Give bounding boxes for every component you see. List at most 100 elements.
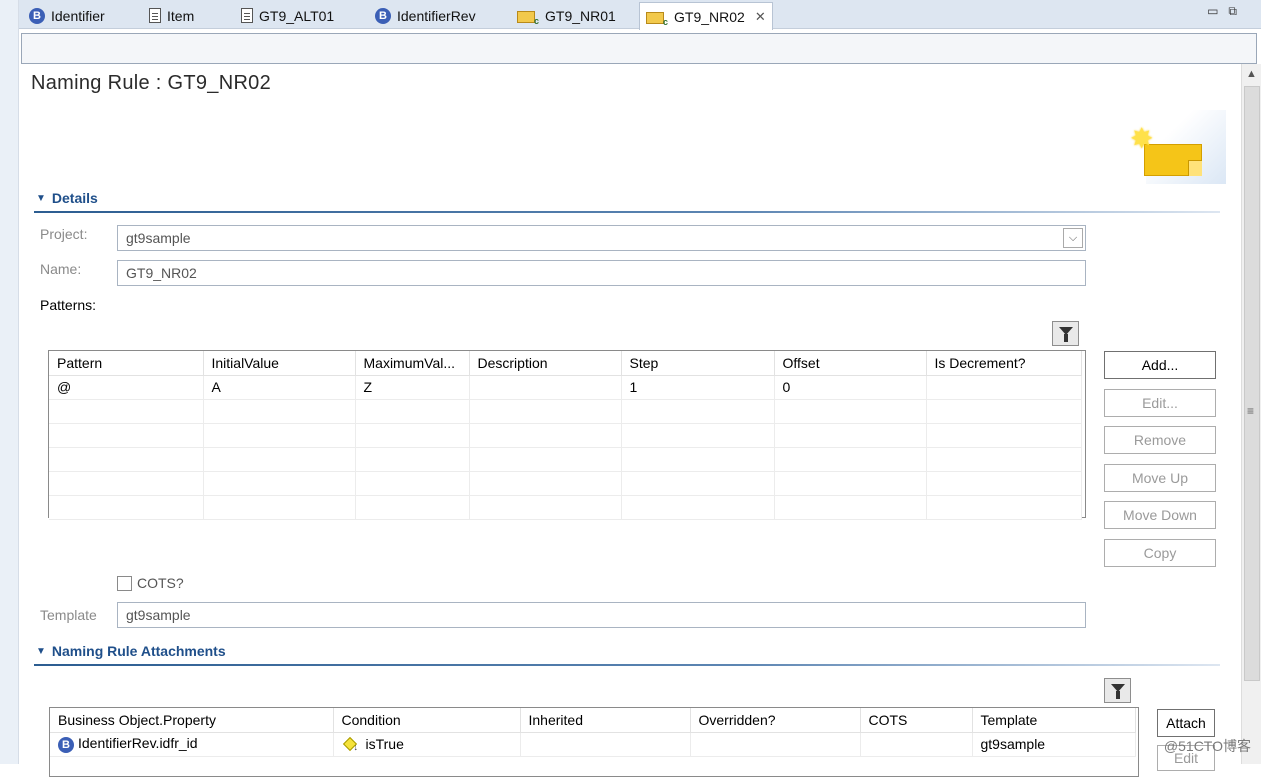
patterns-table: Pattern InitialValue MaximumVal... Descr…	[49, 351, 1082, 520]
table-cell	[469, 495, 621, 519]
table-row[interactable]	[49, 399, 1081, 423]
template-label: Template	[40, 607, 97, 623]
table-cell	[621, 471, 774, 495]
table-cell	[774, 399, 926, 423]
patterns-filter-button[interactable]	[1052, 321, 1079, 346]
table-cell	[355, 423, 469, 447]
column-header-is-decrement[interactable]: Is Decrement?	[926, 351, 1081, 375]
tab-gt9-nr02[interactable]: c GT9_NR02 ✕	[639, 2, 773, 30]
copy-button[interactable]: Copy	[1104, 539, 1216, 567]
column-header-pattern[interactable]: Pattern	[49, 351, 203, 375]
table-cell	[926, 375, 1081, 399]
table-cell	[774, 495, 926, 519]
template-field[interactable]: gt9sample	[117, 602, 1086, 628]
table-cell	[860, 732, 972, 756]
tab-label: IdentifierRev	[397, 8, 476, 24]
move-up-button[interactable]: Move Up	[1104, 464, 1216, 492]
scrollbar-grip-icon: ≡	[1247, 404, 1254, 418]
chevron-down-icon[interactable]: ⌵	[1063, 228, 1083, 248]
patterns-header-row: Pattern InitialValue MaximumVal... Descr…	[49, 351, 1081, 375]
table-cell	[926, 423, 1081, 447]
details-section-header[interactable]: ▼ Details	[36, 190, 98, 206]
tab-identifierrev[interactable]: B IdentifierRev	[369, 2, 482, 29]
table-cell	[49, 471, 203, 495]
naming-rule-icon: c	[646, 9, 668, 25]
table-row[interactable]	[49, 495, 1081, 519]
table-cell	[774, 471, 926, 495]
naming-rule-icon: c	[517, 8, 539, 24]
close-tab-icon[interactable]: ✕	[755, 9, 766, 25]
left-side-strip	[0, 0, 19, 764]
column-header-offset[interactable]: Offset	[774, 351, 926, 375]
column-header-step[interactable]: Step	[621, 351, 774, 375]
remove-button[interactable]: Remove	[1104, 426, 1216, 454]
name-value: GT9_NR02	[126, 265, 197, 281]
project-value: gt9sample	[126, 230, 191, 246]
table-row[interactable]: BIdentifierRev.idfr_id ↓isTrue gt9sample	[50, 732, 1135, 756]
collapse-triangle-icon[interactable]: ▼	[36, 646, 46, 657]
scroll-up-icon[interactable]: ▲	[1246, 68, 1257, 80]
tab-item[interactable]: Item	[143, 2, 200, 29]
project-select[interactable]: gt9sample ⌵	[117, 225, 1086, 251]
tab-label: GT9_NR01	[545, 8, 616, 24]
edit-button[interactable]: Edit...	[1104, 389, 1216, 417]
attachments-section-header[interactable]: ▼ Naming Rule Attachments	[36, 643, 226, 659]
attach-button[interactable]: Attach	[1157, 709, 1215, 737]
minimize-icon[interactable]: ▭	[1207, 4, 1228, 18]
column-header-description[interactable]: Description	[469, 351, 621, 375]
table-row[interactable]: @ A Z 1 0	[49, 375, 1081, 399]
column-header-business-object-property[interactable]: Business Object.Property	[50, 708, 333, 732]
column-header-cots[interactable]: COTS	[860, 708, 972, 732]
table-cell	[203, 423, 355, 447]
table-row[interactable]	[49, 423, 1081, 447]
table-row[interactable]	[49, 471, 1081, 495]
table-cell	[203, 399, 355, 423]
business-object-icon: B	[29, 8, 45, 24]
table-cell	[621, 495, 774, 519]
table-cell	[469, 471, 621, 495]
tab-gt9-nr01[interactable]: c GT9_NR01	[511, 2, 622, 29]
table-cell	[355, 495, 469, 519]
attachments-header-row: Business Object.Property Condition Inher…	[50, 708, 1135, 732]
attachments-divider	[34, 664, 1220, 666]
move-down-button[interactable]: Move Down	[1104, 501, 1216, 529]
table-cell	[203, 447, 355, 471]
collapse-triangle-icon[interactable]: ▼	[36, 193, 46, 204]
tab-label: GT9_NR02	[674, 9, 745, 25]
details-divider	[34, 211, 1220, 213]
details-header-label: Details	[52, 190, 98, 206]
naming-rule-banner-icon: ✸	[1130, 110, 1226, 184]
window-controls: ▭⧉	[1207, 4, 1247, 19]
table-cell	[621, 423, 774, 447]
add-button[interactable]: Add...	[1104, 351, 1216, 379]
table-cell	[926, 495, 1081, 519]
column-header-maximumvalue[interactable]: MaximumVal...	[355, 351, 469, 375]
filter-icon	[1111, 684, 1125, 692]
property-value: IdentifierRev.idfr_id	[78, 735, 198, 751]
cots-checkbox[interactable]	[117, 576, 132, 591]
watermark: @51CTO博客	[1164, 736, 1251, 756]
attachments-filter-button[interactable]	[1104, 678, 1131, 703]
business-object-icon: B	[58, 737, 74, 753]
column-header-inherited[interactable]: Inherited	[520, 708, 690, 732]
table-row[interactable]	[49, 447, 1081, 471]
column-header-initialvalue[interactable]: InitialValue	[203, 351, 355, 375]
document-icon	[149, 8, 161, 23]
table-cell	[926, 471, 1081, 495]
name-field[interactable]: GT9_NR02	[117, 260, 1086, 286]
column-header-overridden[interactable]: Overridden?	[690, 708, 860, 732]
restore-icon[interactable]: ⧉	[1228, 4, 1247, 18]
tab-identifier[interactable]: B Identifier	[23, 2, 111, 29]
tab-gt9-alt01[interactable]: GT9_ALT01	[235, 2, 340, 29]
table-cell	[355, 399, 469, 423]
column-header-template[interactable]: Template	[972, 708, 1135, 732]
vertical-scrollbar[interactable]: ▲ ≡	[1241, 64, 1261, 764]
table-cell	[355, 471, 469, 495]
table-cell	[774, 423, 926, 447]
column-header-condition[interactable]: Condition	[333, 708, 520, 732]
table-cell	[49, 423, 203, 447]
scrollbar-thumb[interactable]	[1244, 86, 1260, 681]
attachments-table: Business Object.Property Condition Inher…	[50, 708, 1136, 757]
table-cell	[520, 732, 690, 756]
table-cell	[49, 399, 203, 423]
